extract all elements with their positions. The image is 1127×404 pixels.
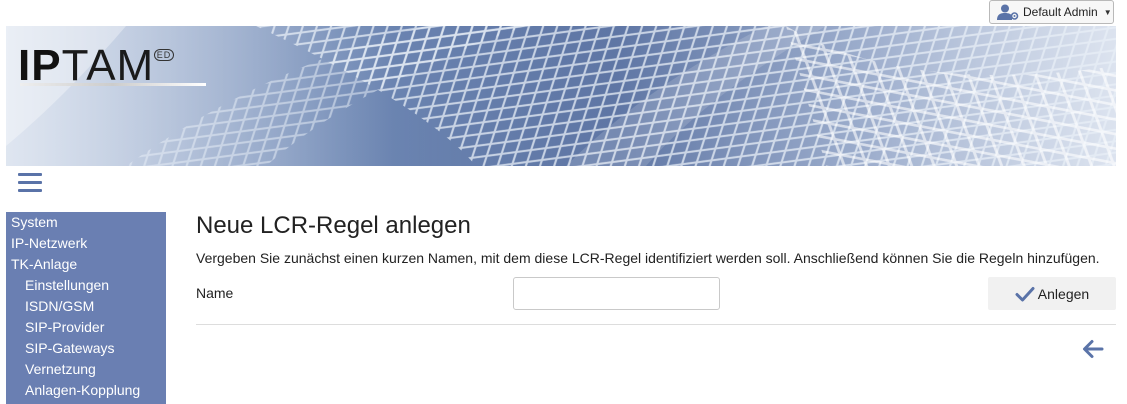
header-banner: IPTAM ED xyxy=(6,26,1116,166)
create-button-label: Anlegen xyxy=(1037,285,1090,302)
caret-down-icon: ▼ xyxy=(1103,7,1112,17)
banner-grid-image xyxy=(6,26,1116,166)
user-menu-button[interactable]: Default Admin ▼ xyxy=(989,0,1114,24)
user-menu-label: Default Admin xyxy=(1023,5,1098,19)
name-label: Name xyxy=(196,285,234,301)
sidebar-item-isdn-gsm[interactable]: ISDN/GSM xyxy=(6,296,166,317)
divider xyxy=(196,324,1116,325)
create-button[interactable]: Anlegen xyxy=(988,277,1116,310)
user-gear-icon xyxy=(997,4,1019,20)
hamburger-icon[interactable] xyxy=(18,173,42,193)
page-title: Neue LCR-Regel anlegen xyxy=(196,212,471,239)
logo-underline xyxy=(20,83,206,86)
page-description: Vergeben Sie zunächst einen kurzen Namen… xyxy=(196,250,1100,266)
arrow-left-icon[interactable] xyxy=(1082,339,1104,359)
check-icon xyxy=(1015,286,1035,301)
sidebar-item-ip-netzwerk[interactable]: IP-Netzwerk xyxy=(6,233,166,254)
sidebar-item-sip-provider[interactable]: SIP-Provider xyxy=(6,317,166,338)
sidebar-nav: System IP-Netzwerk TK-Anlage Einstellung… xyxy=(6,212,166,404)
sidebar-item-system[interactable]: System xyxy=(6,212,166,233)
sidebar-item-anlagen-kopplung[interactable]: Anlagen-Kopplung xyxy=(6,380,166,401)
sidebar-item-sip-gateways[interactable]: SIP-Gateways xyxy=(6,338,166,359)
sidebar-item-tk-anlage[interactable]: TK-Anlage xyxy=(6,254,166,275)
logo-ed-badge: ED xyxy=(153,49,175,61)
name-input[interactable] xyxy=(513,277,720,310)
sidebar-item-einstellungen[interactable]: Einstellungen xyxy=(6,275,166,296)
sidebar-item-vernetzung[interactable]: Vernetzung xyxy=(6,359,166,380)
